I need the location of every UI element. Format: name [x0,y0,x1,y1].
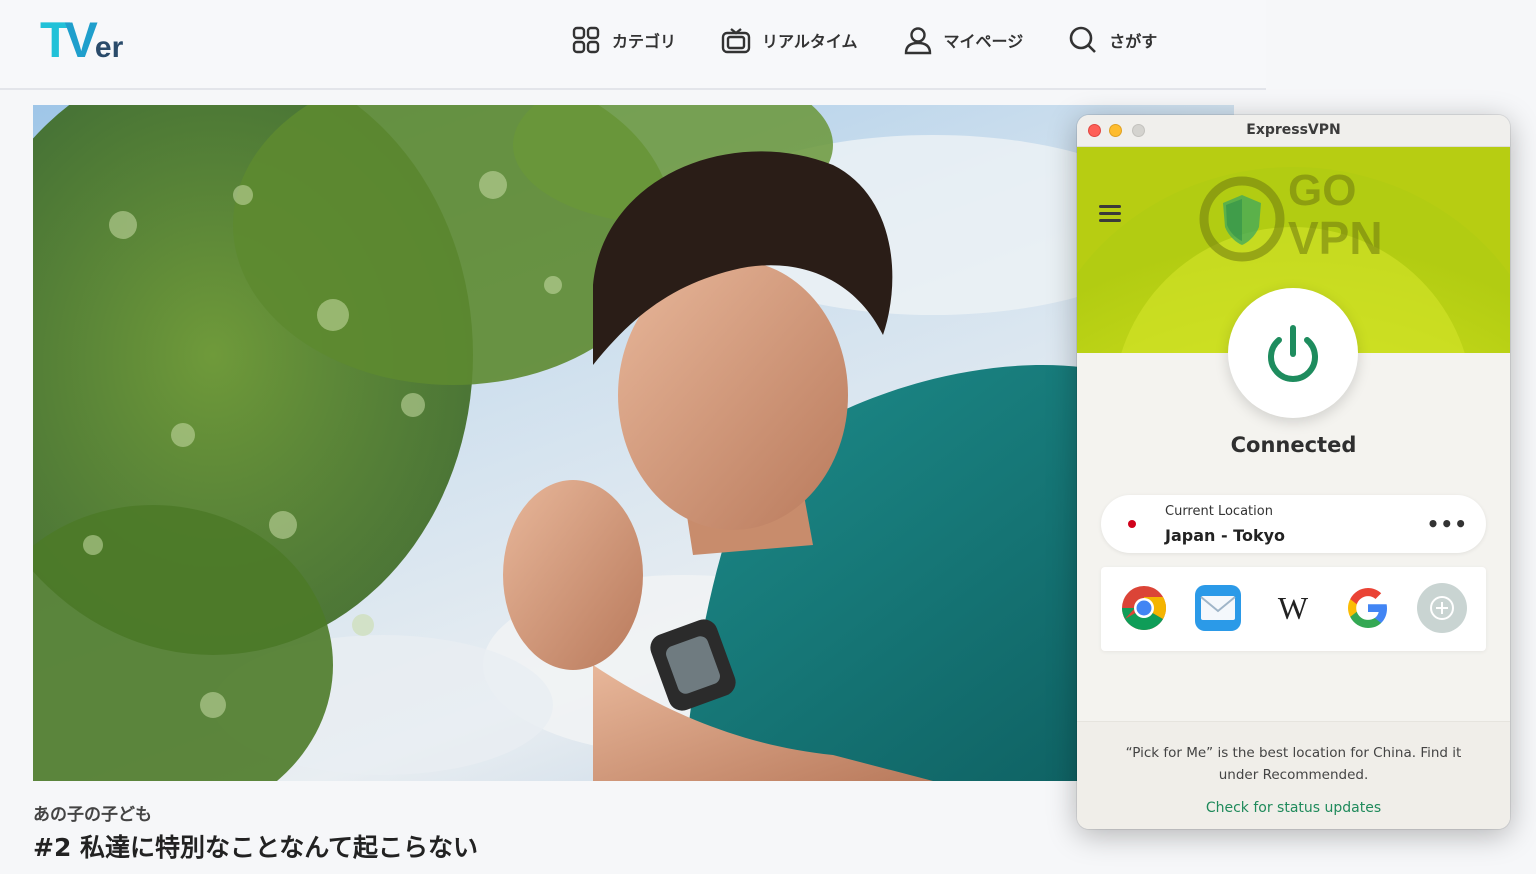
tver-logo[interactable]: TVer [40,15,130,67]
nav-search-label: さがす [1109,32,1158,51]
video-frame-image [33,105,1234,781]
current-location-card[interactable]: Current Location Japan - Tokyo ••• [1101,495,1486,553]
nav-category-label: カテゴリ [612,32,677,51]
power-icon [1268,325,1318,382]
status-updates-link[interactable]: Check for status updates [1077,800,1510,816]
window-title: ExpressVPN [1246,122,1341,138]
nav-mypage[interactable]: マイページ [902,24,1024,56]
watermark-go: GO [1288,166,1357,215]
window-titlebar: ExpressVPN [1077,115,1510,147]
nav-realtime[interactable]: リアルタイム [720,24,858,56]
nav-category[interactable]: カテゴリ [570,24,676,56]
show-series-title[interactable]: あの子の子ども [33,800,152,825]
grid-icon [572,26,600,54]
connect-toggle-button[interactable] [1228,288,1358,418]
logo-letter-v: V [64,12,98,68]
japan-flag-icon [1128,520,1136,528]
nav-realtime-label: リアルタイム [762,32,858,51]
episode-title: #2 私達に特別なことなんて起こらない [33,833,479,862]
add-shortcut-icon[interactable] [1415,581,1469,635]
wikipedia-icon[interactable]: W [1266,581,1320,635]
tv-icon [721,28,751,54]
connection-status: Connected [1230,433,1357,457]
current-location-label: Current Location [1165,504,1273,519]
site-header: TVer カテゴリ リアルタイム マイページ さがす [0,0,1266,90]
vpn-footer: “Pick for Me” is the best location for C… [1077,721,1510,829]
hamburger-menu-icon[interactable] [1099,205,1121,223]
current-location-value: Japan - Tokyo [1165,526,1286,545]
search-icon [1069,26,1097,53]
chrome-icon[interactable] [1117,581,1171,635]
more-options-icon[interactable]: ••• [1427,512,1468,536]
video-player[interactable] [33,105,1234,781]
app-shortcuts-bar: W [1101,567,1486,651]
mail-icon[interactable] [1191,581,1245,635]
logo-letters-er: er [94,31,124,64]
logo-letter-t: T [40,12,70,68]
main-nav: カテゴリ リアルタイム マイページ さがす [570,24,1201,56]
user-icon [904,27,931,55]
svg-text:W: W [1278,590,1309,626]
watermark-vpn: VPN [1288,212,1383,264]
nav-mypage-label: マイページ [943,32,1024,51]
recommendation-text: “Pick for Me” is the best location for C… [1125,745,1462,783]
google-icon[interactable] [1341,581,1395,635]
nav-search[interactable]: さがす [1067,24,1157,56]
expressvpn-window: ExpressVPN GO VPN Connected Current Loca… [1077,115,1510,829]
